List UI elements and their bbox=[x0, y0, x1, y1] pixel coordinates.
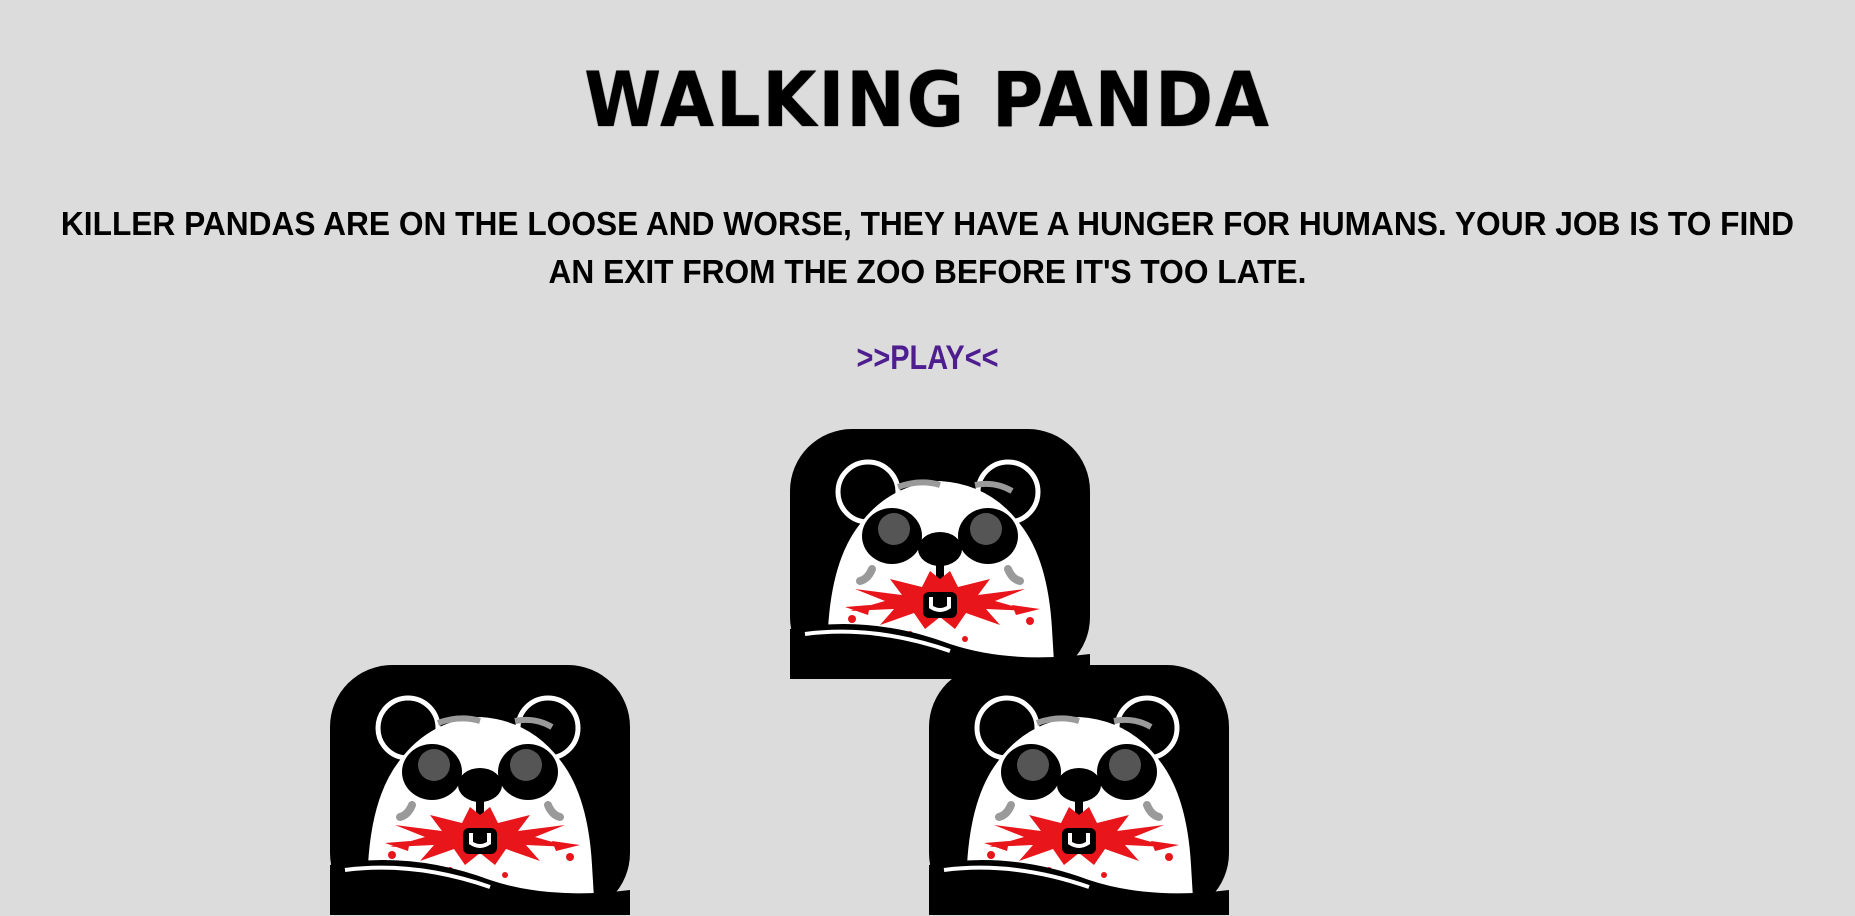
game-title: WALKING PANDA bbox=[584, 55, 1271, 144]
killer-panda-icon bbox=[790, 429, 1090, 679]
killer-panda-icon bbox=[330, 665, 630, 915]
killer-panda-icon bbox=[929, 665, 1229, 915]
play-link-label: >>PLAY<< bbox=[856, 339, 999, 377]
play-link[interactable]: >>PLAY<< bbox=[0, 334, 1855, 382]
killer-panda-right bbox=[929, 665, 1229, 915]
game-intro-text: KILLER PANDAS ARE ON THE LOOSE AND WORSE… bbox=[60, 205, 1795, 290]
killer-panda-top bbox=[790, 429, 1090, 679]
killer-panda-left bbox=[330, 665, 630, 915]
